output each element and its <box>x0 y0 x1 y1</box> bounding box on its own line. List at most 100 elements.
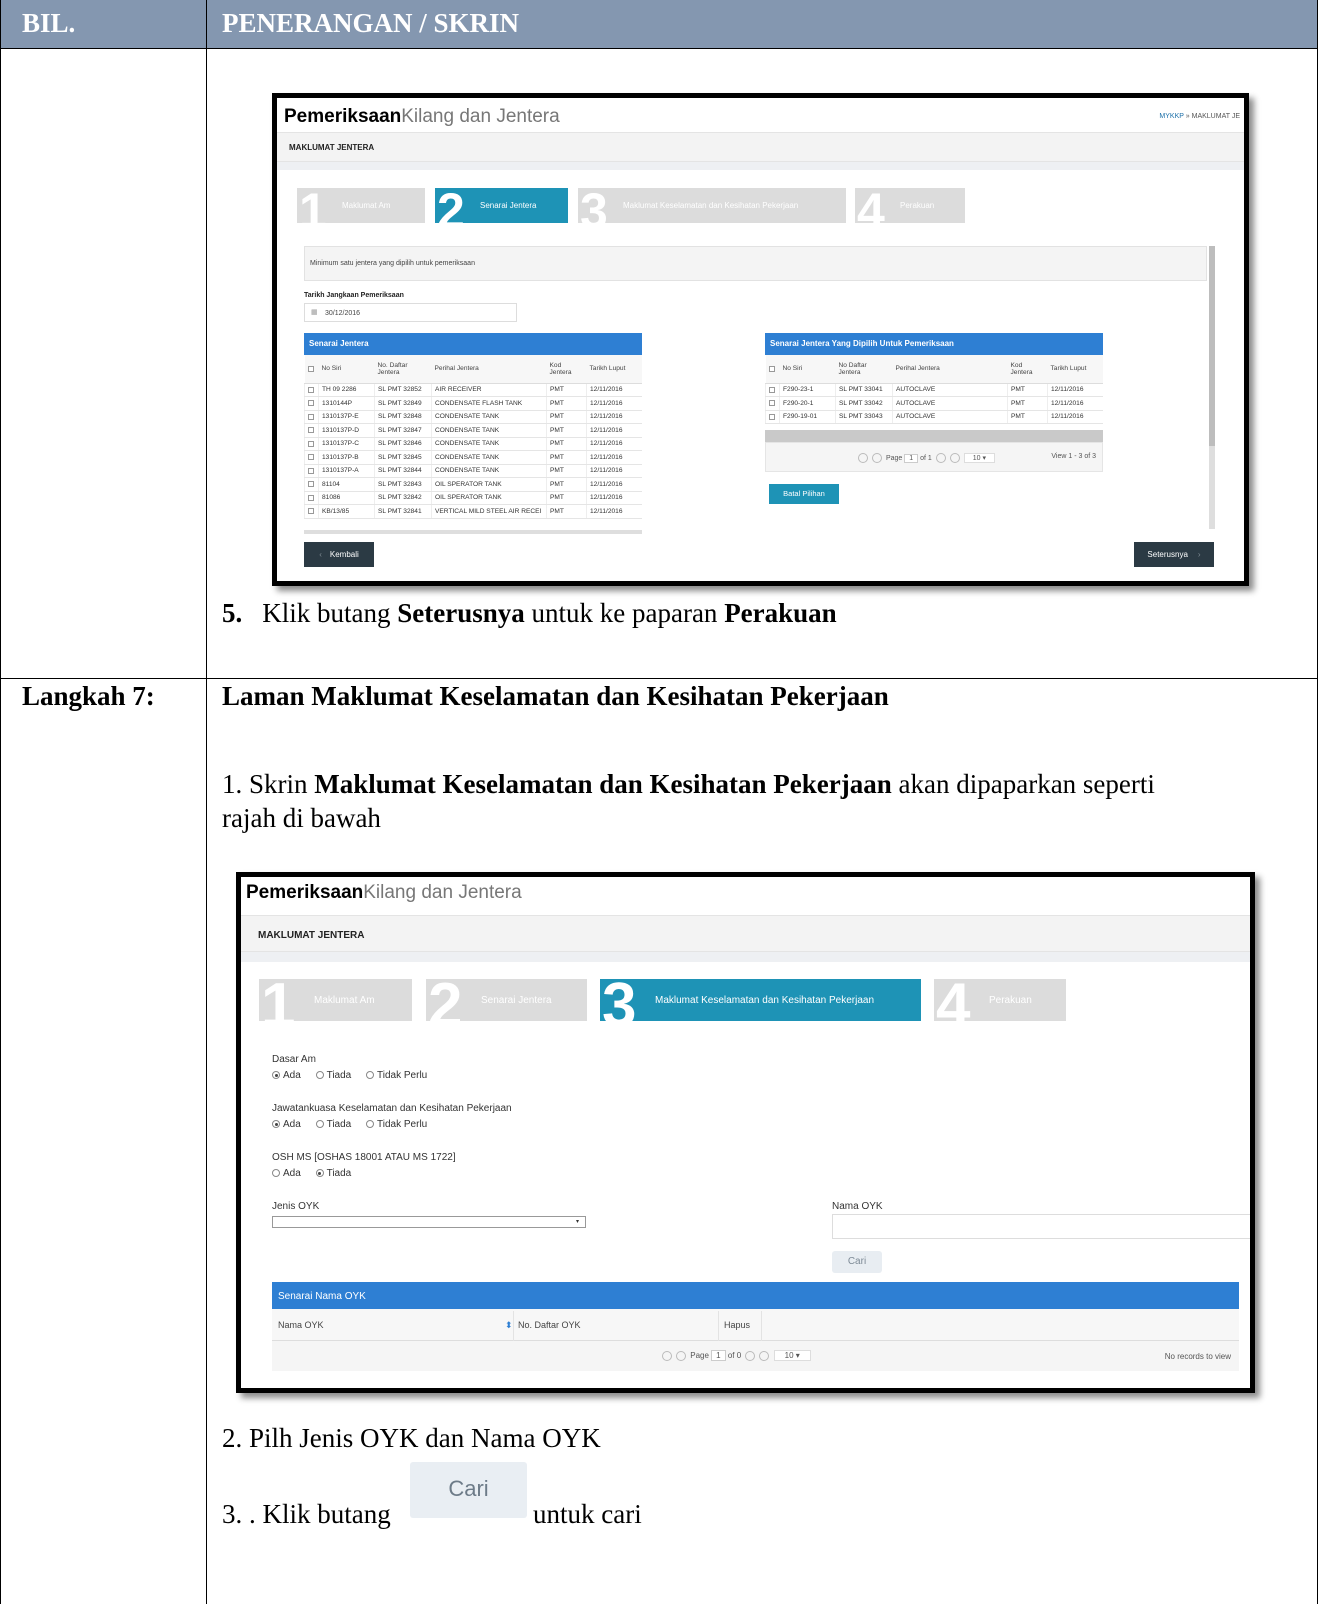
sort-icon[interactable]: ⬍ <box>505 1320 513 1331</box>
divider <box>513 1311 514 1341</box>
row-checkbox[interactable] <box>308 400 314 406</box>
row-checkbox[interactable] <box>308 413 314 420</box>
q1-options: Ada Tiada Tidak Perlu <box>272 1070 439 1081</box>
row-checkbox[interactable] <box>769 386 775 393</box>
breadcrumb-home[interactable]: MYKKP <box>1159 113 1183 120</box>
col-nama-oyk[interactable]: Nama OYK <box>278 1320 324 1330</box>
row-checkbox[interactable] <box>308 481 314 487</box>
left-table-title: Senarai Jentera <box>304 333 642 355</box>
step-2[interactable]: 2 Senarai Jentera <box>435 188 568 223</box>
table-cell: SL PMT 33043 <box>835 410 893 424</box>
notice-text: Minimum satu jentera yang dipilih untuk … <box>310 260 475 267</box>
scroll-thumb[interactable] <box>1209 246 1215 446</box>
row-checkbox[interactable] <box>308 440 314 447</box>
instruction-2: 2. Pilh Jenis OYK dan Nama OYK <box>222 1423 601 1453</box>
step-3[interactable]: 3 Maklumat Keselamatan dan Kesihatan Pek… <box>578 188 846 223</box>
step-3[interactable]: 3 Maklumat Keselamatan dan Kesihatan Pek… <box>600 979 921 1021</box>
left-table-body: TH 09 2286 SL PMT 32852 AIR RECEIVER PMT 12/… <box>304 383 642 519</box>
table-cell: SL PMT 32846 <box>374 437 432 451</box>
row-checkbox[interactable] <box>769 413 775 420</box>
right-table-title: Senarai Jentera Yang Dipilih Untuk Pemer… <box>765 333 1103 355</box>
page-size-select[interactable]: 10 ▾ <box>963 453 995 463</box>
table-row[interactable]: 1310137P-B SL PMT 32845 CONDENSATE TANK PMT… <box>304 450 642 465</box>
step-1[interactable]: 1 Maklumat Am <box>297 188 425 223</box>
table-row[interactable]: F290-23-1 SL PMT 33041 AUTOCLAVE PMT 12/11/2… <box>765 383 1103 397</box>
row-checkbox[interactable] <box>769 400 775 406</box>
first-page-icon[interactable] <box>858 453 868 464</box>
seterusnya-button[interactable]: Seterusnya › <box>1134 542 1214 567</box>
table-cell: 12/11/2016 <box>586 437 642 451</box>
separator <box>241 952 1250 962</box>
row-checkbox[interactable] <box>308 467 314 474</box>
table-row[interactable]: 81104 SL PMT 32843 OIL SPERATOR TANK PMT 12/… <box>304 477 642 492</box>
batal-pilihan-button[interactable]: Batal Pilihan <box>769 484 839 504</box>
table-row[interactable]: KB/13/85 SL PMT 32841 VERTICAL MILD STEEL … <box>304 504 642 519</box>
step-2[interactable]: 2 Senarai Jentera <box>426 979 587 1021</box>
table-cell: PMT <box>546 383 587 397</box>
step-4[interactable]: 4 Perakuan <box>934 979 1066 1021</box>
q3-tiada-radio[interactable]: Tiada <box>315 1168 351 1179</box>
date-input[interactable]: ▦ 30/12/2016 <box>304 303 517 322</box>
select-all-checkbox[interactable] <box>768 365 775 372</box>
table-row[interactable]: 1310137P-C SL PMT 32846 CONDENSATE TANK PMT… <box>304 437 642 451</box>
q1-ada-radio[interactable]: Ada <box>272 1070 301 1081</box>
prev-page-icon[interactable] <box>872 453 882 464</box>
table-cell: TH 09 2286 <box>318 383 375 397</box>
row-checkbox[interactable] <box>308 454 314 460</box>
table-cell: 81086 <box>318 491 375 505</box>
calendar-icon[interactable]: ▦ <box>311 308 318 316</box>
table-cell: SL PMT 32842 <box>374 491 432 505</box>
table-row[interactable]: 1310137P-E SL PMT 32848 CONDENSATE TANK PMT… <box>304 410 642 424</box>
row-checkbox[interactable] <box>308 508 314 514</box>
row-checkbox[interactable] <box>308 386 314 393</box>
table-row[interactable]: 81086 SL PMT 32842 OIL SPERATOR TANK PMT 12/… <box>304 491 642 505</box>
row-checkbox[interactable] <box>308 427 314 433</box>
table-cell: 12/11/2016 <box>586 383 642 397</box>
last-page-icon[interactable] <box>759 1350 770 1361</box>
page-size-select[interactable]: 10 ▾ <box>773 1350 811 1361</box>
table-empty-area <box>765 430 1103 442</box>
q3-ada-radio[interactable]: Ada <box>272 1168 301 1179</box>
q2-ada-radio[interactable]: Ada <box>272 1119 301 1130</box>
cari-button[interactable]: Cari <box>832 1251 882 1273</box>
step-1[interactable]: 1 Maklumat Am <box>259 979 412 1021</box>
table-row[interactable]: F290-19-01 SL PMT 33043 AUTOCLAVE PMT 12/11/… <box>765 410 1103 424</box>
scrollbar[interactable] <box>304 530 642 534</box>
col-no-daftar-oyk[interactable]: No. Daftar OYK <box>518 1320 581 1330</box>
q2-tidak-perlu-radio[interactable]: Tidak Perlu <box>366 1119 427 1130</box>
table-row[interactable]: 1310144P SL PMT 32849 CONDENSATE FLASH TAN… <box>304 396 642 411</box>
table-row[interactable]: TH 09 2286 SL PMT 32852 AIR RECEIVER PMT 12/… <box>304 383 642 397</box>
header-bil: BIL. <box>22 8 76 38</box>
left-table: No Siri No. Daftar Jentera Perihal Jente… <box>304 355 642 519</box>
q1-tidak-perlu-radio[interactable]: Tidak Perlu <box>366 1070 427 1081</box>
kembali-button[interactable]: ‹ Kembali <box>304 542 374 567</box>
row-checkbox[interactable] <box>308 494 314 501</box>
oyk-list-title: Senarai Nama OYK <box>272 1282 1239 1309</box>
jenis-oyk-select[interactable]: ▾ <box>272 1216 586 1228</box>
border-col <box>206 0 207 1604</box>
step-4[interactable]: 4 Perakuan <box>855 188 965 223</box>
pager: Page 1 of 0 10 ▾ <box>660 1350 811 1361</box>
last-page-icon[interactable] <box>949 453 960 464</box>
page-input[interactable]: 1 <box>904 454 919 463</box>
table-row[interactable]: 1310137P-D SL PMT 32847 CONDENSATE TANK PMT… <box>304 423 642 438</box>
screenshot-maklumat-kkp: PemeriksaanKilang dan Jentera MAKLUMAT J… <box>236 872 1255 1393</box>
prev-page-icon[interactable] <box>676 1350 686 1361</box>
q2-tiada-radio[interactable]: Tiada <box>315 1119 351 1130</box>
next-page-icon[interactable] <box>935 453 946 464</box>
table-cell: SL PMT 33042 <box>835 396 893 411</box>
oyk-pager-bar: Page 1 of 0 10 ▾ No records to view <box>272 1341 1239 1371</box>
table-cell: PMT <box>546 423 587 438</box>
next-page-icon[interactable] <box>745 1350 756 1361</box>
table-cell: PMT <box>546 396 587 411</box>
table-row[interactable]: F290-20-1 SL PMT 33042 AUTOCLAVE PMT 12/11/2… <box>765 396 1103 411</box>
nama-oyk-input[interactable] <box>832 1214 1250 1239</box>
table-row[interactable]: 1310137P-A SL PMT 32844 CONDENSATE TANK PMT… <box>304 464 642 478</box>
select-all-checkbox[interactable] <box>307 365 314 372</box>
first-page-icon[interactable] <box>662 1350 672 1361</box>
table-cell: CONDENSATE TANK <box>431 437 547 451</box>
q1-tiada-radio[interactable]: Tiada <box>315 1070 351 1081</box>
table-cell: 1310137P-B <box>318 450 375 465</box>
right-pager-bar: Page 1 of 1 10 ▾ View 1 - 3 of 3 <box>765 442 1103 472</box>
page-input[interactable]: 1 <box>711 1350 726 1361</box>
